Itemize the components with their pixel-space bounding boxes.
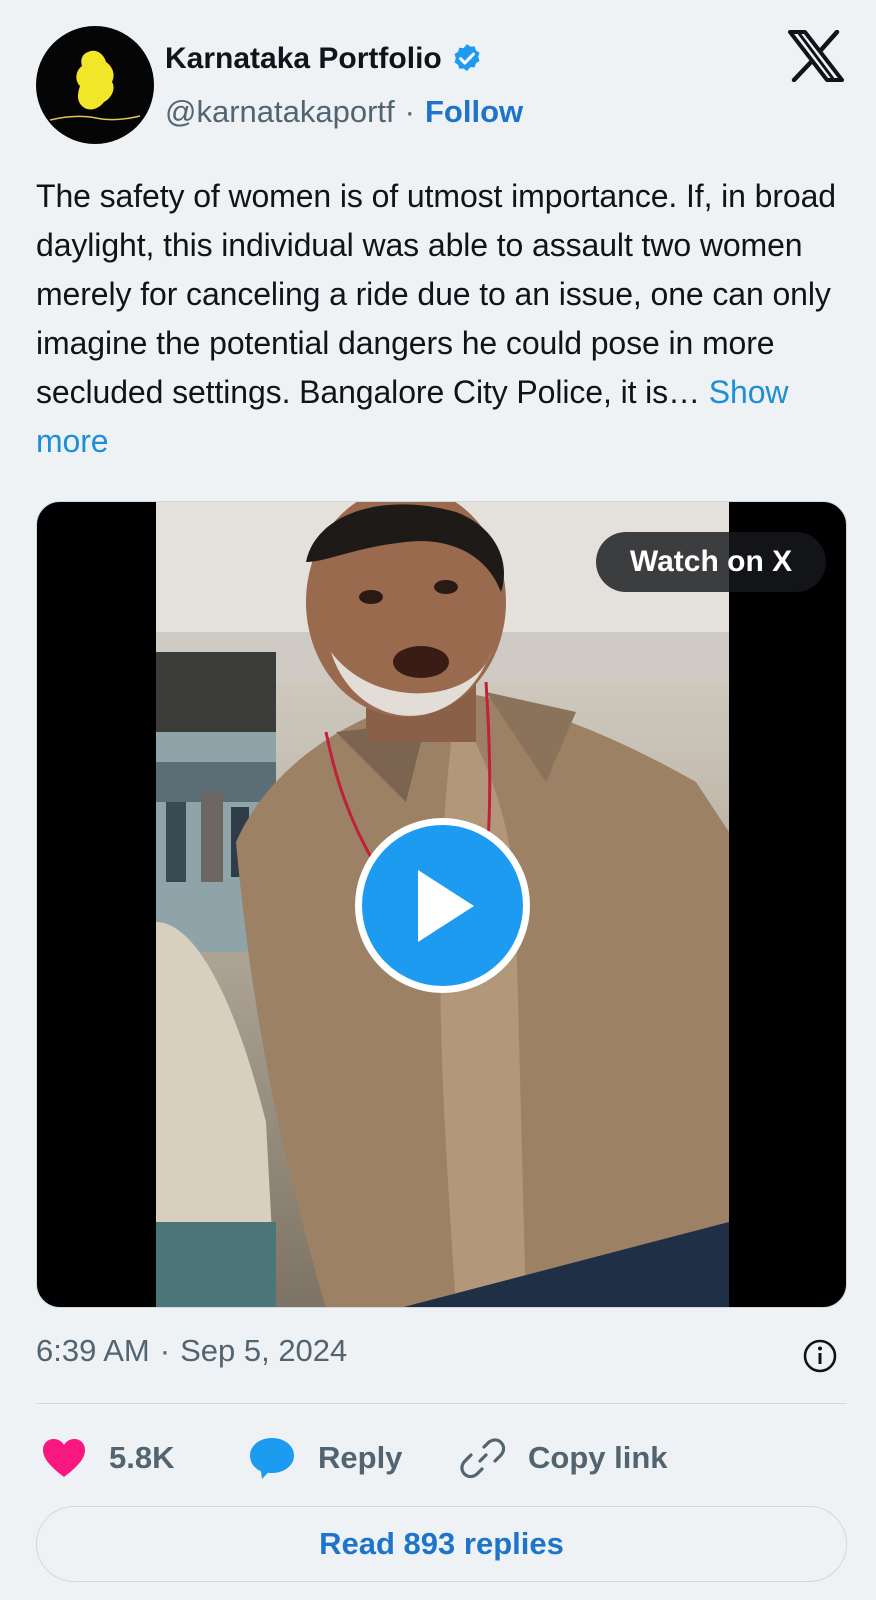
post-date[interactable]: Sep 5, 2024 (180, 1333, 347, 1369)
post-time[interactable]: 6:39 AM (36, 1333, 150, 1369)
author-handle[interactable]: @karnatakaportf (165, 94, 395, 130)
heart-icon (43, 1439, 85, 1477)
play-button[interactable] (355, 818, 530, 993)
copy-link-label: Copy link (528, 1440, 668, 1475)
author-name[interactable]: Karnataka Portfolio (165, 42, 442, 76)
post-text: The safety of women is of utmost importa… (36, 172, 851, 466)
timestamp-separator: · (159, 1333, 171, 1368)
read-replies-button[interactable]: Read 893 replies (36, 1506, 847, 1582)
watch-on-x-button[interactable]: Watch on X (596, 532, 826, 592)
x-logo-icon[interactable] (788, 30, 844, 82)
reply-label: Reply (318, 1440, 403, 1475)
post-card: Karnataka Portfolio @karnatakaportf · Fo… (0, 0, 876, 1600)
separator-dot: · (404, 94, 415, 129)
divider (36, 1403, 847, 1404)
reply-button[interactable]: Reply (248, 1428, 402, 1488)
follow-link[interactable]: Follow (425, 94, 523, 130)
reply-bubble-icon (250, 1438, 294, 1479)
link-icon (460, 1438, 506, 1479)
like-button[interactable]: 5.8K (41, 1428, 174, 1488)
action-bar: 5.8K Reply Copy link (36, 1428, 847, 1488)
like-count: 5.8K (109, 1440, 175, 1475)
author-avatar[interactable] (36, 26, 154, 144)
author-name-row[interactable]: Karnataka Portfolio (165, 42, 484, 76)
play-icon (417, 869, 474, 942)
copy-link-button[interactable]: Copy link (460, 1428, 668, 1488)
verified-badge-icon (454, 44, 480, 72)
avatar-logo (49, 50, 141, 121)
handle-row: @karnatakaportf · Follow (165, 94, 523, 130)
video-player[interactable]: Watch on X (36, 501, 847, 1308)
info-icon[interactable] (802, 1338, 838, 1374)
post-timestamp[interactable]: 6:39 AM · Sep 5, 2024 (36, 1333, 347, 1369)
